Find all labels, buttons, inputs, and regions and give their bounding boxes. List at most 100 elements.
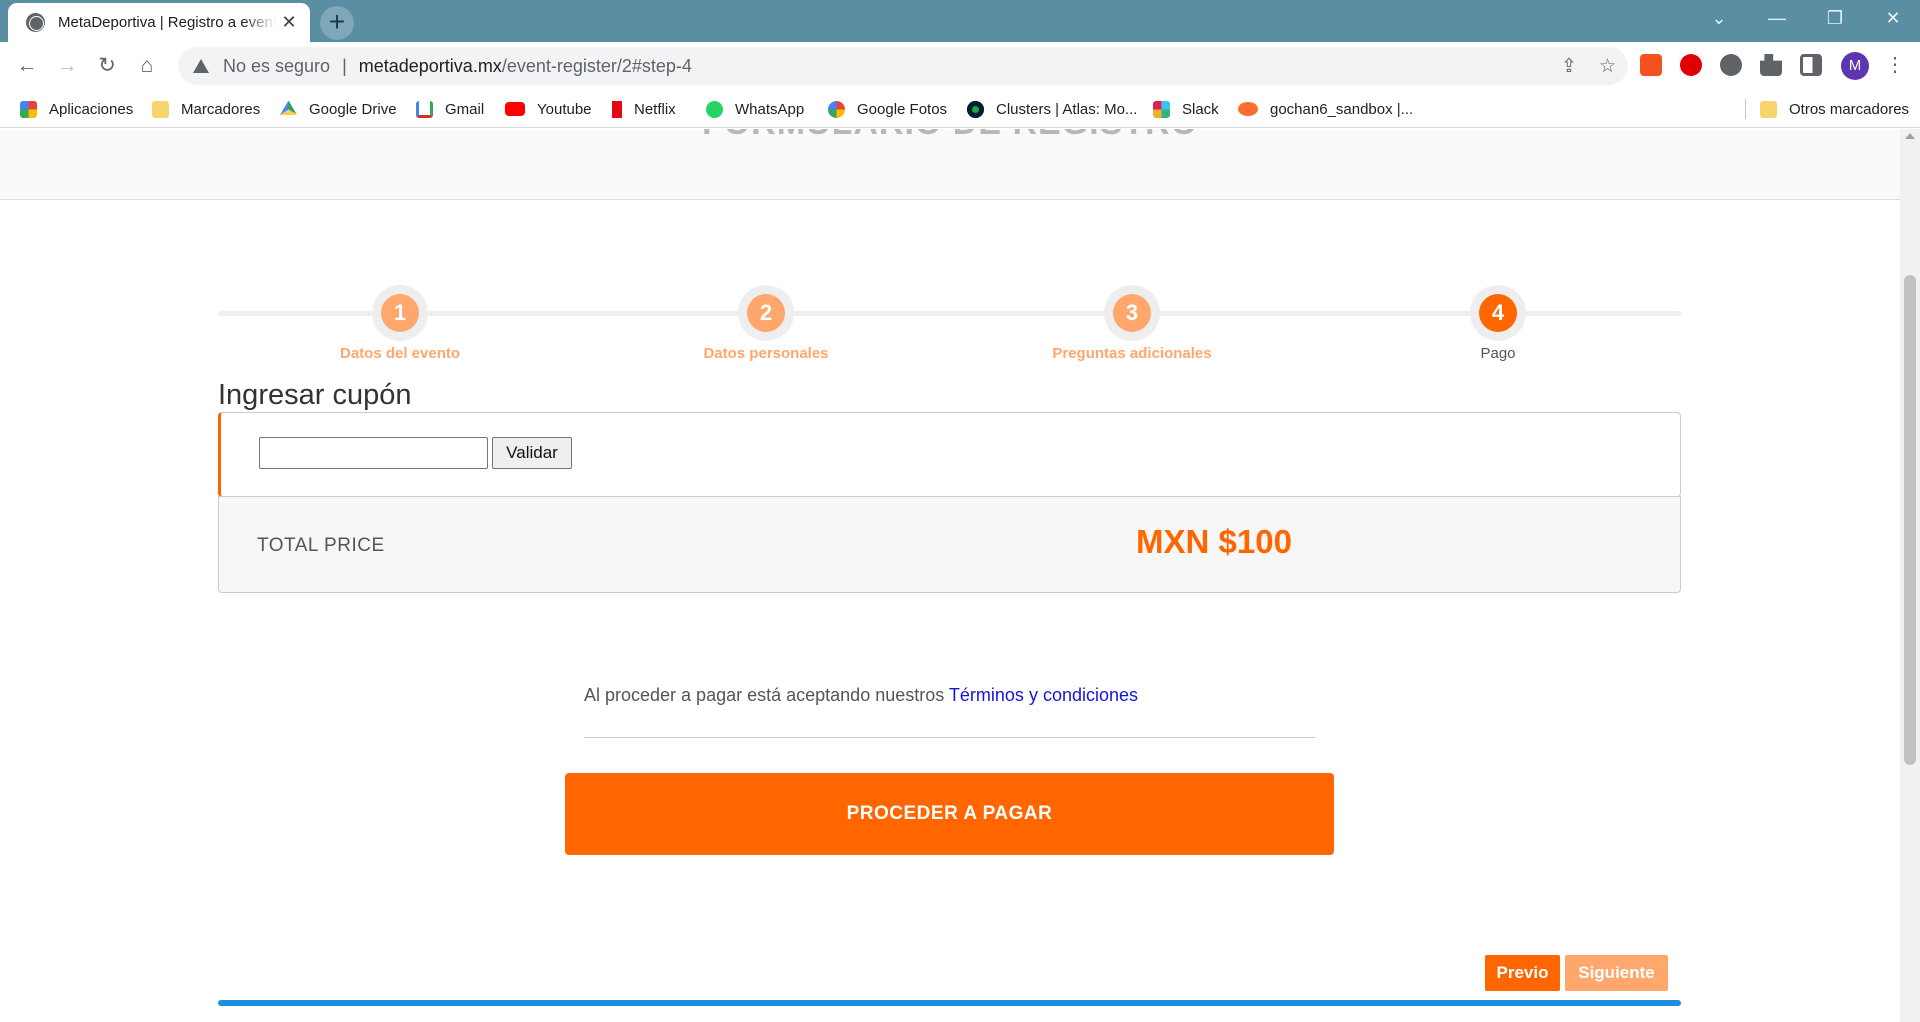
bookmark-gochan6-sandbox[interactable]: gochan6_sandbox |... (1238, 90, 1413, 128)
bookmark-netflix[interactable]: Netflix (612, 90, 676, 128)
bookmark-otros-marcadores[interactable]: Otros marcadores (1760, 90, 1909, 128)
bookmark-marcadores[interactable]: Marcadores (152, 90, 260, 128)
step-ring: 1 (372, 285, 428, 341)
bookmark-google-fotos[interactable]: Google Fotos (828, 90, 947, 128)
extension-stop-icon[interactable] (1680, 54, 1702, 76)
bookmark-label: Gmail (445, 100, 485, 118)
slack-icon (1153, 100, 1170, 118)
omnibox[interactable]: No es seguro | metadeportiva.mx /event-r… (178, 47, 1628, 85)
scrollbar-thumb[interactable] (1904, 275, 1916, 765)
step-ring: 4 (1470, 285, 1526, 341)
forward-button[interactable]: → (52, 51, 82, 81)
share-icon[interactable]: ⇪ (1561, 55, 1577, 78)
step-pago[interactable]: 4 Pago (1348, 285, 1648, 362)
divider (584, 737, 1315, 738)
tab-search-icon[interactable]: ⌄ (1690, 0, 1748, 38)
bookmark-label: Youtube (537, 100, 592, 118)
bookmark-label: Slack (1182, 100, 1219, 118)
bookmark-gmail[interactable]: Gmail (416, 90, 484, 128)
home-button[interactable]: ⌂ (132, 51, 162, 81)
profile-avatar[interactable]: M (1841, 52, 1869, 80)
bookmark-label: Aplicaciones (49, 100, 134, 118)
bookmark-label: gochan6_sandbox |... (1270, 100, 1414, 118)
browser-tab-strip: MetaDeportiva | Registro a evento ✕ + ⌄ … (0, 0, 1920, 42)
tab-close-icon[interactable]: ✕ (280, 12, 298, 33)
url-domain: metadeportiva.mx (358, 55, 502, 76)
bookmark-label: Clusters | Atlas: Mo... (996, 100, 1138, 118)
terms-text: Al proceder a pagar está aceptando nuest… (584, 685, 949, 705)
step-number: 3 (1113, 294, 1151, 332)
step-label: Datos personales (703, 345, 829, 362)
bookmark-label: WhatsApp (735, 100, 805, 118)
browser-tab[interactable]: MetaDeportiva | Registro a evento ✕ (8, 3, 310, 42)
mongodb-icon (967, 100, 984, 118)
bookmark-star-icon[interactable]: ☆ (1599, 55, 1616, 78)
bookmark-aplicaciones[interactable]: Aplicaciones (20, 90, 133, 128)
extensions-puzzle-icon[interactable] (1760, 54, 1782, 76)
youtube-icon (505, 102, 525, 116)
step-number: 2 (747, 294, 785, 332)
step-preguntas-adicionales[interactable]: 3 Preguntas adicionales (982, 285, 1282, 362)
bookmark-label: Google Fotos (857, 100, 948, 118)
proceed-to-pay-button[interactable]: PROCEDER A PAGAR (565, 773, 1334, 855)
step-label: Datos del evento (339, 345, 461, 362)
terms-notice: Al proceder a pagar está aceptando nuest… (584, 685, 1138, 706)
total-price-value: MXN $100 (1136, 523, 1292, 560)
step-datos-del-evento[interactable]: 1 Datos del evento (250, 285, 550, 362)
form-footer-bar (218, 1000, 1681, 1006)
apps-grid-icon (20, 100, 37, 118)
google-photos-icon (828, 100, 845, 118)
coupon-title: Ingresar cupón (218, 379, 412, 411)
bookmarks-bar: Aplicaciones Marcadores Google Drive Gma… (0, 90, 1920, 128)
side-panel-icon[interactable] (1800, 54, 1822, 76)
extension-gear-icon[interactable] (1720, 54, 1742, 76)
coupon-input[interactable] (259, 437, 488, 469)
url-path: /event-register/2#step-4 (501, 55, 692, 76)
bookmark-label: Otros marcadores (1789, 100, 1910, 118)
validate-coupon-button[interactable]: Validar (492, 437, 572, 469)
netflix-icon (612, 100, 622, 118)
menu-kebab-icon[interactable]: ⋮ (1885, 52, 1905, 77)
step-number: 4 (1479, 294, 1517, 332)
bookmark-clusters-atlas[interactable]: Clusters | Atlas: Mo... (967, 90, 1137, 128)
step-number: 1 (381, 294, 419, 332)
bookmark-label: Marcadores (181, 100, 261, 118)
page-content: FORMULARIO DE REGISTRO 1 Datos del event… (0, 129, 1900, 1022)
scroll-up-arrow-icon[interactable] (1905, 133, 1915, 139)
page-scrollbar[interactable] (1900, 129, 1920, 1022)
bookmarks-divider (1745, 99, 1746, 119)
step-datos-personales[interactable]: 2 Datos personales (616, 285, 916, 362)
bookmark-youtube[interactable]: Youtube (505, 90, 592, 128)
close-window-button[interactable]: ✕ (1864, 0, 1920, 38)
minimize-button[interactable]: — (1748, 0, 1806, 38)
bookmark-google-drive[interactable]: Google Drive (280, 90, 397, 128)
restore-button[interactable]: ❐ (1806, 0, 1864, 38)
folder-icon (152, 100, 169, 118)
extension-percent-icon[interactable] (1640, 54, 1662, 76)
previous-button[interactable]: Previo (1485, 955, 1560, 991)
omnibox-separator: | (342, 55, 347, 76)
coupon-panel: Validar (218, 412, 1681, 497)
bookmark-slack[interactable]: Slack (1153, 90, 1219, 128)
tab-title: MetaDeportiva | Registro a evento (58, 14, 276, 31)
total-price-label: TOTAL PRICE (257, 535, 385, 556)
warning-icon (193, 59, 209, 73)
step-ring: 3 (1104, 285, 1160, 341)
google-drive-icon (280, 100, 297, 115)
gmail-icon (416, 100, 433, 118)
back-button[interactable]: ← (12, 51, 42, 81)
new-tab-button[interactable]: + (320, 6, 354, 40)
security-status[interactable]: No es seguro (223, 56, 330, 77)
next-button[interactable]: Siguiente (1565, 955, 1668, 991)
page-header: FORMULARIO DE REGISTRO (0, 129, 1900, 200)
step-ring: 2 (738, 285, 794, 341)
total-price-panel: TOTAL PRICE MXN $100 (218, 496, 1681, 593)
reload-button[interactable]: ↻ (92, 51, 122, 81)
step-label: Pago (1480, 345, 1516, 362)
terms-link[interactable]: Términos y condiciones (949, 685, 1138, 705)
bookmark-whatsapp[interactable]: WhatsApp (706, 90, 804, 128)
globe-icon (26, 13, 45, 32)
folder-icon (1760, 100, 1777, 118)
address-bar-row: ← → ↻ ⌂ No es seguro | metadeportiva.mx … (0, 42, 1920, 90)
step-label: Preguntas adicionales (1052, 345, 1212, 362)
